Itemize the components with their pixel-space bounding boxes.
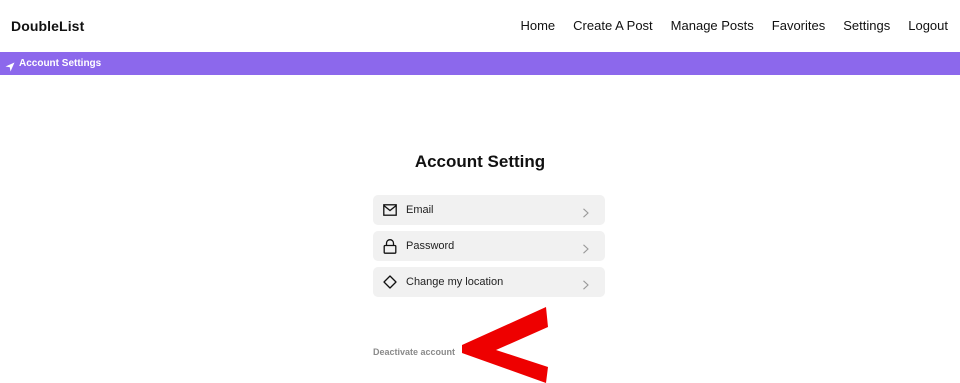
nav-favorites-link[interactable]: Favorites [772,18,825,33]
lock-icon [383,238,397,254]
top-navbar: DoubleList Home Create A Post Manage Pos… [0,0,960,52]
page-title: Account Setting [414,152,546,171]
diamond-icon [383,275,397,289]
navigation-arrow-icon [5,59,15,71]
nav-logout-link[interactable]: Logout [908,18,948,33]
password-label: Password [406,240,455,252]
breadcrumb: Account Settings [0,52,960,75]
settings-list: Email Password Change my location [373,195,605,303]
nav-create-post-link[interactable]: Create A Post [573,18,653,33]
deactivate-account-link[interactable]: Deactivate account [373,347,455,357]
red-arrow-annotation [462,305,552,383]
logo[interactable]: DoubleList [11,18,84,34]
breadcrumb-label: Account Settings [19,58,102,69]
chevron-right-icon [582,277,590,290]
nav-manage-posts-link[interactable]: Manage Posts [671,18,754,33]
location-label: Change my location [406,276,504,288]
email-setting-item[interactable]: Email [373,195,605,225]
chevron-right-icon [582,205,590,218]
nav-home-link[interactable]: Home [520,18,555,33]
location-setting-item[interactable]: Change my location [373,267,605,297]
email-label: Email [406,204,434,216]
nav-settings-link[interactable]: Settings [843,18,890,33]
password-setting-item[interactable]: Password [373,231,605,261]
chevron-right-icon [582,241,590,254]
mail-icon [383,203,397,217]
nav-links: Home Create A Post Manage Posts Favorite… [520,18,948,33]
